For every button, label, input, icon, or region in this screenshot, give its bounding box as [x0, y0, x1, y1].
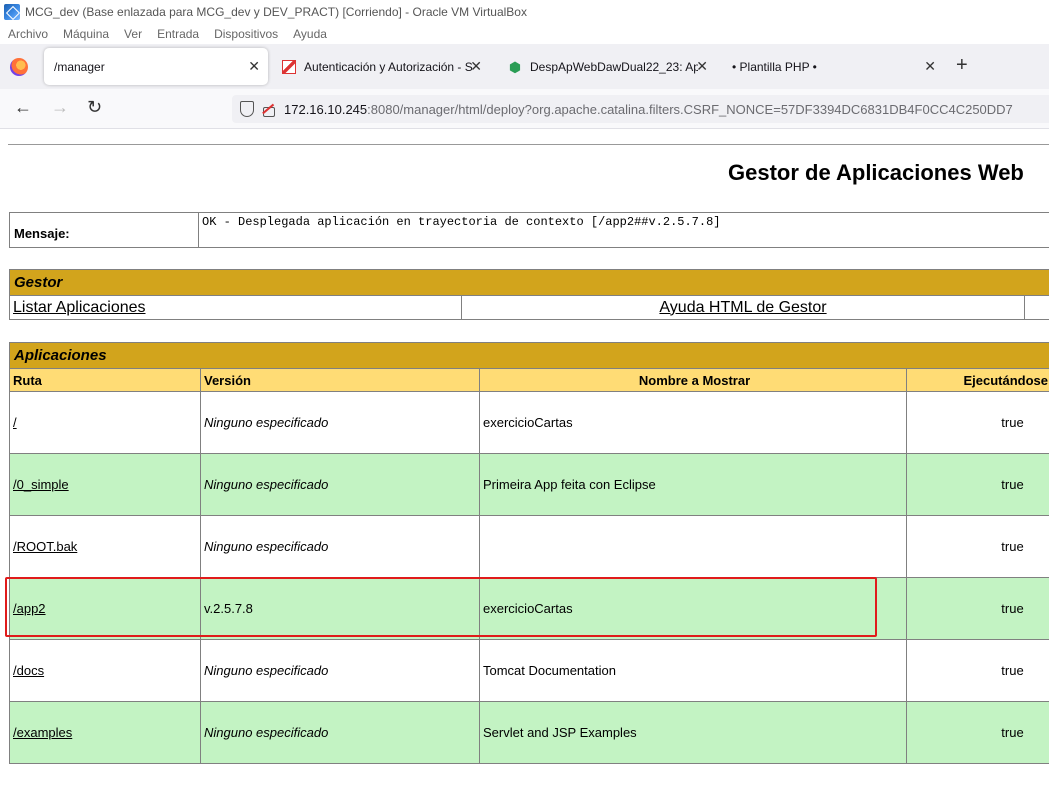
manager-extra-cell — [1024, 295, 1049, 320]
pdf-favicon-icon — [282, 59, 296, 74]
close-tab-icon[interactable]: ✕ — [470, 58, 482, 75]
app-path-link[interactable]: / — [13, 415, 17, 430]
close-tab-icon[interactable]: ✕ — [696, 58, 708, 75]
tab-label: /manager — [54, 59, 105, 74]
column-nombre: Nombre a Mostrar — [479, 368, 907, 392]
virtualbox-menu-bar: Archivo Máquina Ver Entrada Dispositivos… — [0, 24, 1049, 44]
app-display-name: exercicioCartas — [479, 577, 907, 640]
app-running: true — [906, 577, 1049, 640]
app-path-link[interactable]: /0_simple — [13, 477, 69, 492]
moodle-favicon-icon: ⬢ — [508, 58, 522, 75]
tab-label: Autenticación y Autorización - S — [304, 59, 473, 74]
app-path-link[interactable]: /ROOT.bak — [13, 539, 77, 554]
table-row: /app2 v.2.5.7.8 exercicioCartas true — [9, 577, 1049, 640]
column-ruta: Ruta — [9, 368, 201, 392]
insecure-lock-icon[interactable] — [262, 102, 275, 117]
app-path-cell: / — [9, 391, 201, 454]
new-tab-icon[interactable]: + — [956, 54, 968, 77]
app-version: Ninguno especificado — [200, 515, 480, 578]
menu-maquina[interactable]: Máquina — [63, 27, 109, 41]
menu-ver[interactable]: Ver — [124, 27, 142, 41]
app-running: true — [906, 391, 1049, 454]
app-path-link[interactable]: /app2 — [13, 601, 46, 616]
menu-dispositivos[interactable]: Dispositivos — [214, 27, 278, 41]
url-path: :8080/manager/html/deploy?org.apache.cat… — [367, 101, 1013, 117]
page-title: Gestor de Aplicaciones Web — [728, 160, 1024, 185]
applications-section-header: Aplicaciones — [9, 342, 1049, 369]
app-path-cell: /0_simple — [9, 453, 201, 516]
tab-autenticacion[interactable]: Autenticación y Autorización - S ✕ — [272, 48, 490, 85]
message-label: Mensaje: — [9, 212, 199, 248]
shield-icon[interactable] — [240, 101, 254, 117]
app-running: true — [906, 639, 1049, 702]
list-apps-link[interactable]: Listar Aplicaciones — [13, 299, 146, 316]
html-help-link[interactable]: Ayuda HTML de Gestor — [659, 299, 826, 316]
url-bar[interactable]: 172.16.10.245 :8080/manager/html/deploy?… — [232, 95, 1049, 123]
table-row: /examples Ninguno especificado Servlet a… — [9, 701, 1049, 764]
app-display-name: Primeira App feita con Eclipse — [479, 453, 907, 516]
close-tab-icon[interactable]: ✕ — [924, 58, 936, 75]
forward-arrow-icon[interactable]: → — [51, 97, 69, 118]
applications-table: Aplicaciones Ruta Versión Nombre a Mostr… — [9, 342, 1049, 764]
header-divider — [8, 144, 1049, 145]
window-title: MCG_dev (Base enlazada para MCG_dev y DE… — [25, 5, 527, 19]
url-host: 172.16.10.245 — [284, 101, 368, 117]
app-path-cell: /app2 — [9, 577, 201, 640]
html-help-cell: Ayuda HTML de Gestor — [461, 295, 1025, 320]
menu-ayuda[interactable]: Ayuda — [293, 27, 327, 41]
reload-icon[interactable]: ↻ — [87, 97, 102, 118]
message-value: OK - Desplegada aplicación en trayectori… — [198, 212, 1049, 248]
table-row: /0_simple Ninguno especificado Primeira … — [9, 453, 1049, 516]
app-version: Ninguno especificado — [200, 701, 480, 764]
app-running: true — [906, 515, 1049, 578]
app-path-cell: /examples — [9, 701, 201, 764]
app-version: Ninguno especificado — [200, 391, 480, 454]
app-display-name: exercicioCartas — [479, 391, 907, 454]
manager-section-header: Gestor — [9, 269, 1049, 296]
tab-strip: /manager ✕ Autenticación y Autorización … — [0, 44, 1049, 89]
table-row: /docs Ninguno especificado Tomcat Docume… — [9, 639, 1049, 702]
app-version: Ninguno especificado — [200, 453, 480, 516]
list-apps-cell: Listar Aplicaciones — [9, 295, 462, 320]
navigation-bar: ← → ↻ 172.16.10.245 :8080/manager/html/d… — [0, 89, 1049, 129]
tab-despapweb[interactable]: ⬢ DespApWebDawDual22_23: App ✕ — [498, 48, 716, 85]
app-display-name — [479, 515, 907, 578]
message-table: Mensaje: OK - Desplegada aplicación en t… — [9, 212, 1049, 248]
virtualbox-title-bar: MCG_dev (Base enlazada para MCG_dev y DE… — [0, 0, 1049, 24]
app-path-cell: /ROOT.bak — [9, 515, 201, 578]
close-tab-icon[interactable]: ✕ — [248, 58, 260, 75]
app-path-cell: /docs — [9, 639, 201, 702]
manager-table: Gestor Listar Aplicaciones Ayuda HTML de… — [9, 269, 1049, 320]
app-path-link[interactable]: /examples — [13, 725, 72, 740]
tab-plantilla-php[interactable]: • Plantilla PHP • ✕ — [722, 48, 944, 85]
app-running: true — [906, 453, 1049, 516]
column-version: Versión — [200, 368, 480, 392]
app-display-name: Tomcat Documentation — [479, 639, 907, 702]
menu-archivo[interactable]: Archivo — [8, 27, 48, 41]
table-row: /ROOT.bak Ninguno especificado true — [9, 515, 1049, 578]
menu-entrada[interactable]: Entrada — [157, 27, 199, 41]
app-path-link[interactable]: /docs — [13, 663, 44, 678]
app-version: v.2.5.7.8 — [200, 577, 480, 640]
app-running: true — [906, 701, 1049, 764]
page-content: Gestor de Aplicaciones Web Mensaje: OK -… — [0, 130, 1049, 792]
tab-label: DespApWebDawDual22_23: App — [530, 59, 698, 74]
table-row: / Ninguno especificado exercicioCartas t… — [9, 391, 1049, 454]
tab-label: • Plantilla PHP • — [732, 59, 817, 74]
app-version: Ninguno especificado — [200, 639, 480, 702]
back-arrow-icon[interactable]: ← — [14, 97, 32, 118]
tab-manager[interactable]: /manager ✕ — [44, 48, 268, 85]
app-display-name: Servlet and JSP Examples — [479, 701, 907, 764]
column-ejecutandose: Ejecutándose — [906, 368, 1049, 392]
virtualbox-logo-icon — [4, 4, 20, 20]
firefox-menu-icon[interactable] — [10, 58, 28, 76]
